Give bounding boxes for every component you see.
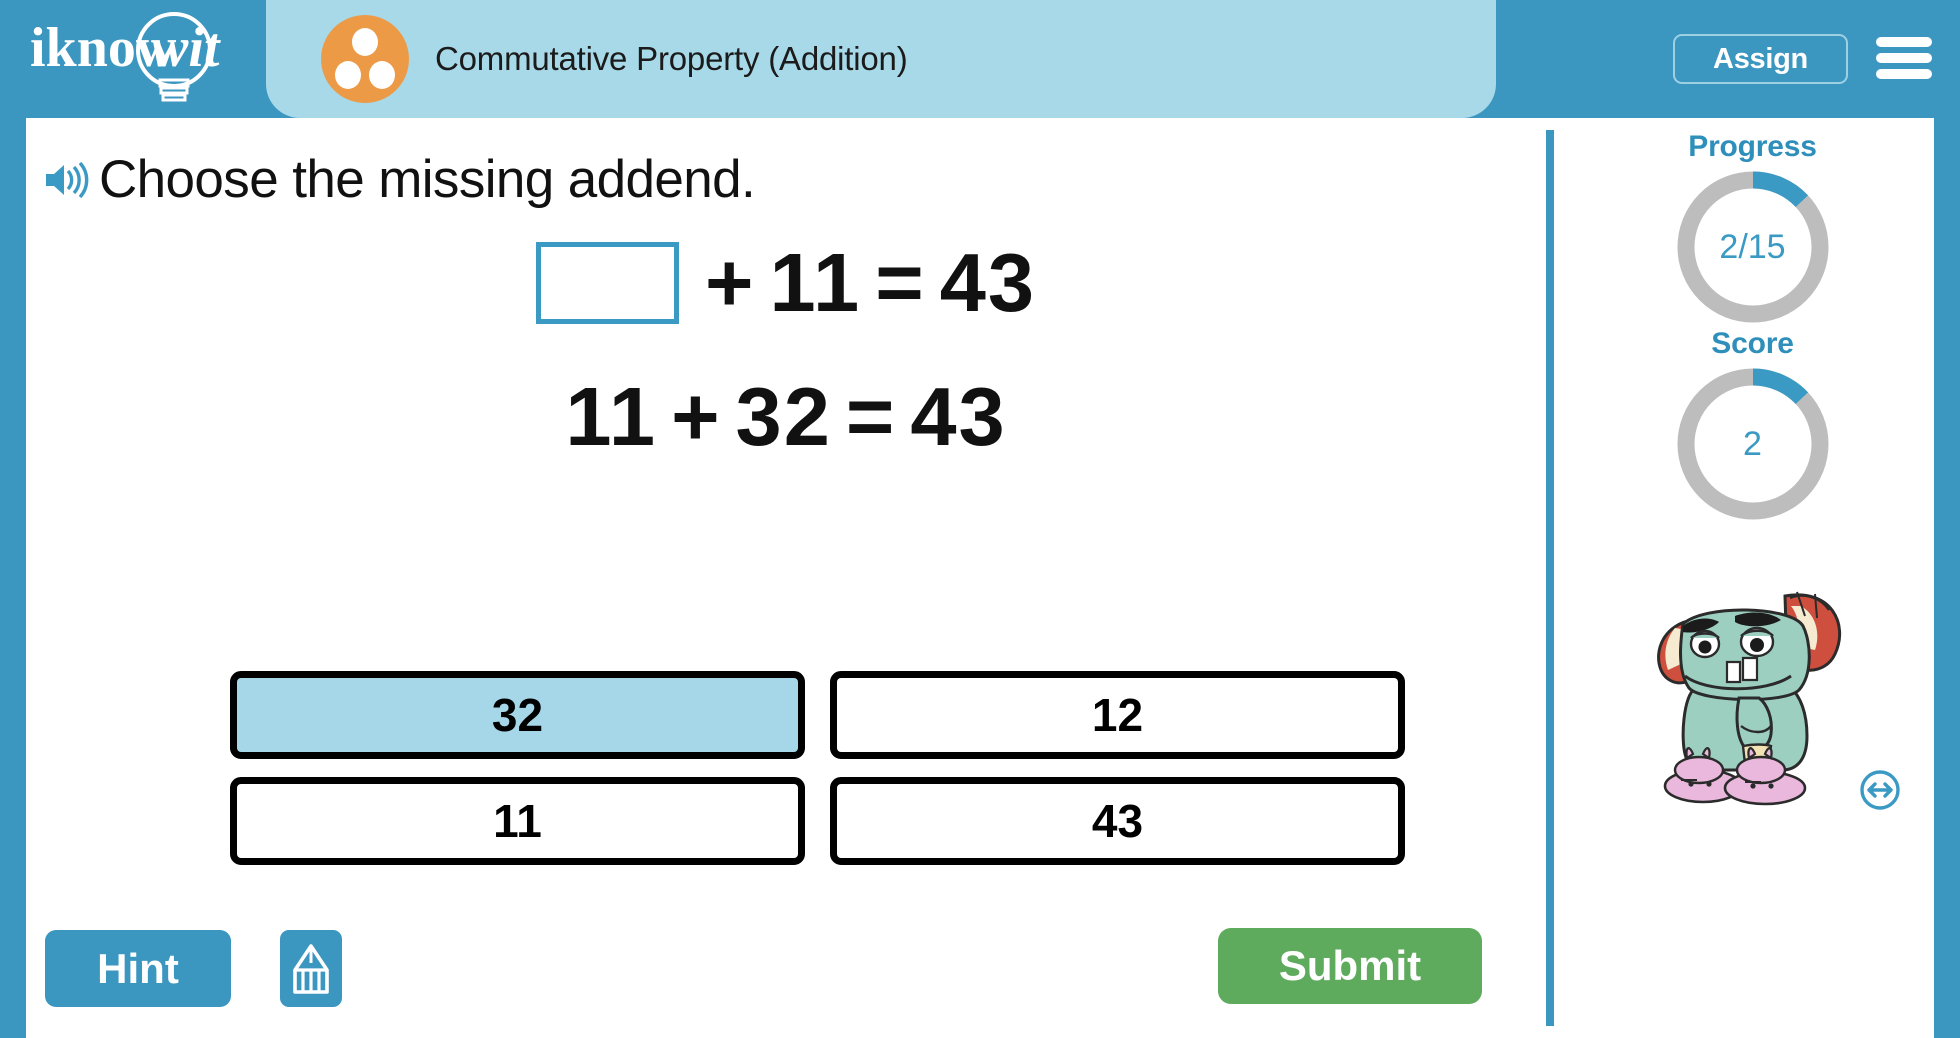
answer-option-4[interactable]: 43	[830, 777, 1405, 865]
app-header: iknow wit Commutative Property (Addition…	[0, 0, 1960, 118]
equation-row-2: 11 + 32 = 43	[26, 357, 1546, 477]
score-block: Score 2	[1571, 327, 1934, 527]
score-label: Score	[1711, 327, 1794, 360]
score-value: 2	[1743, 424, 1762, 463]
iknowit-logo[interactable]: iknow wit	[26, 10, 241, 102]
scratchpad-button[interactable]	[280, 930, 342, 1007]
equation-2-operator: +	[671, 370, 722, 463]
question-row: Choose the missing addend.	[43, 149, 756, 210]
equation-2-addend2: 32	[735, 370, 832, 463]
equation-1-operator: +	[704, 236, 756, 329]
page-title: Commutative Property (Addition)	[435, 40, 908, 77]
question-prompt: Choose the missing addend.	[99, 150, 756, 209]
equation-2-sum: 43	[910, 370, 1007, 463]
answer-choices: 32 12 11 43	[230, 671, 1405, 865]
resize-horizontal-icon[interactable]	[1858, 768, 1902, 812]
lightbulb-icon: iknow wit	[30, 12, 221, 102]
answer-option-3[interactable]: 11	[230, 777, 805, 865]
progress-block: Progress 2/15	[1571, 130, 1934, 330]
equation-row-1: + 11 = 43	[26, 223, 1546, 343]
equation-1-addend2: 11	[769, 236, 862, 329]
progress-value: 2/15	[1719, 227, 1786, 266]
speaker-audio-icon[interactable]	[43, 160, 91, 200]
sidebar-divider	[1546, 130, 1554, 1026]
lesson-card: Choose the missing addend. + 11 = 43 11 …	[26, 118, 1934, 1038]
progress-label: Progress	[1688, 130, 1817, 163]
answer-option-2[interactable]: 12	[830, 671, 1405, 759]
equation-area: + 11 = 43 11 + 32 = 43	[26, 223, 1546, 477]
hamburger-menu-icon[interactable]	[1876, 32, 1932, 84]
three-dots-circle-icon	[321, 15, 409, 103]
answer-option-1[interactable]: 32	[230, 671, 805, 759]
hint-button[interactable]: Hint	[45, 930, 231, 1007]
missing-addend-blank[interactable]	[535, 242, 679, 324]
score-gauge: 2	[1670, 361, 1836, 527]
monster-mascot	[1635, 558, 1880, 808]
pencil-scratchpad-icon	[293, 943, 329, 994]
equation-2-addend1: 11	[565, 370, 658, 463]
equation-2-equals: =	[845, 370, 897, 463]
assign-button[interactable]: Assign	[1673, 34, 1848, 84]
progress-gauge: 2/15	[1670, 164, 1836, 330]
equation-1-equals: =	[875, 236, 926, 329]
svg-text:wit: wit	[151, 17, 221, 79]
status-sidebar: Progress 2/15 Score 2	[1571, 118, 1934, 1038]
equation-1-sum: 43	[939, 236, 1037, 329]
topic-title-bar: Commutative Property (Addition)	[266, 0, 1496, 118]
submit-button[interactable]: Submit	[1218, 928, 1482, 1004]
